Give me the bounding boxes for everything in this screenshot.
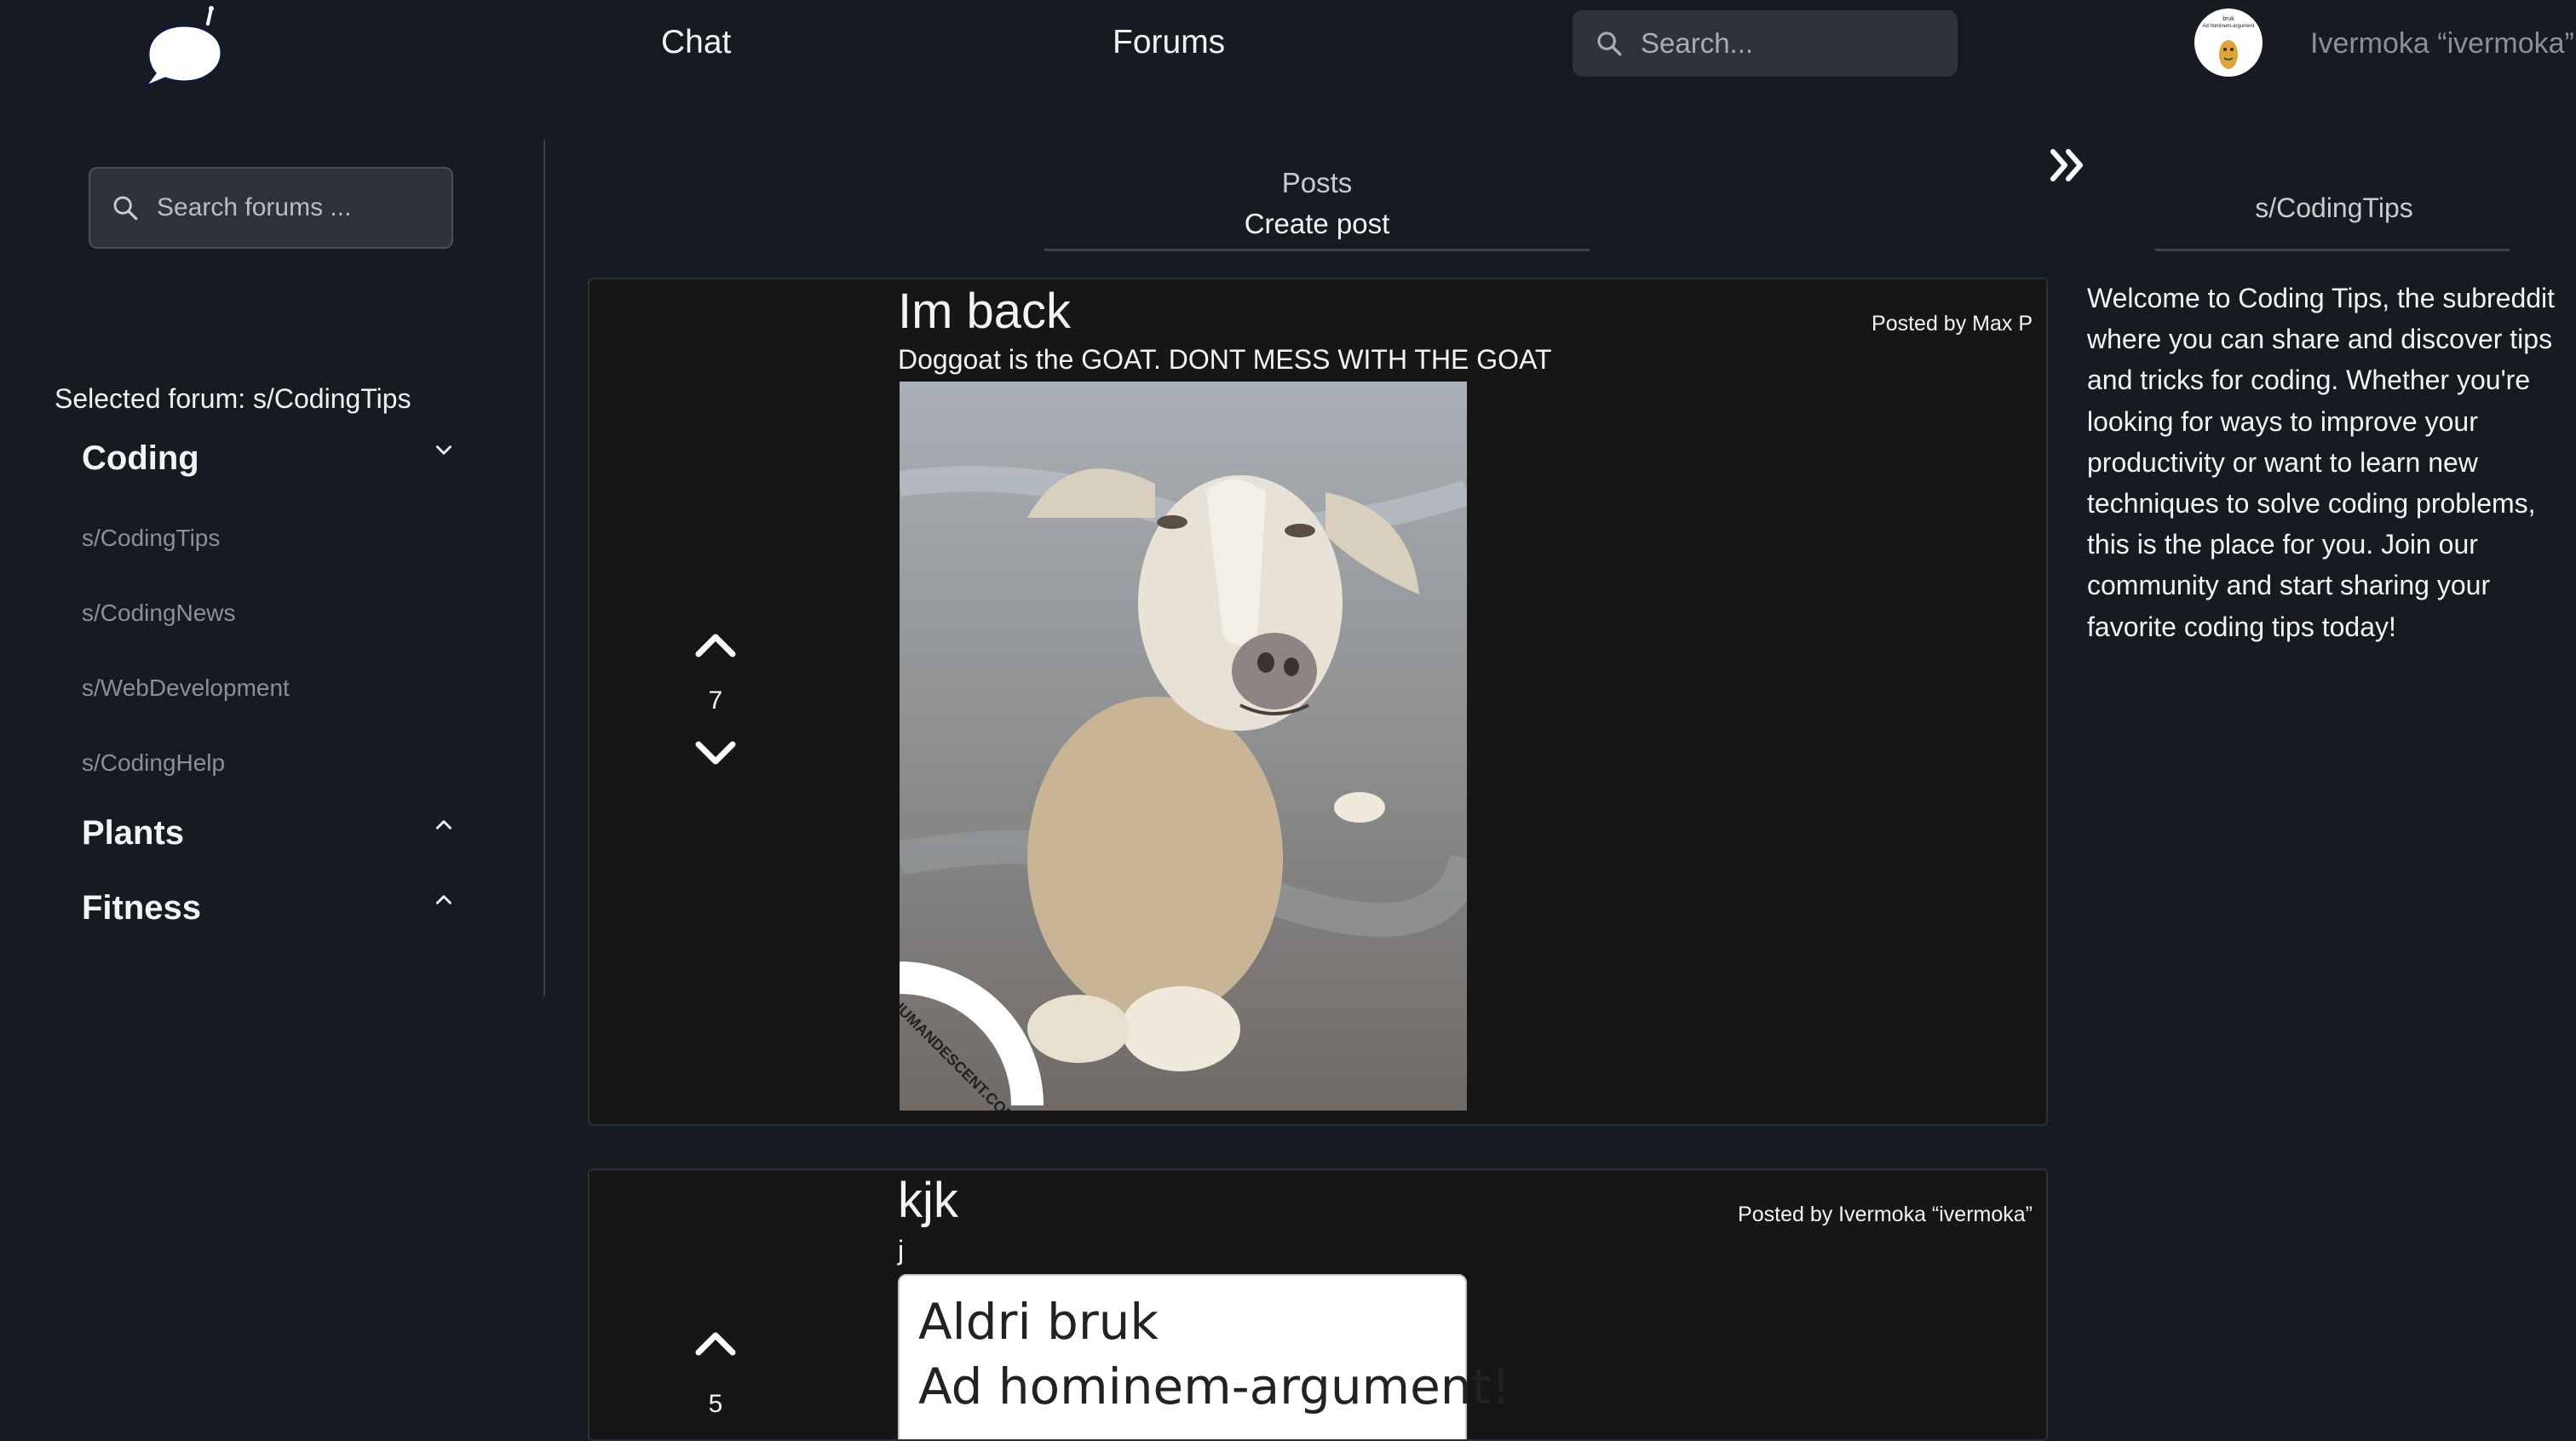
chevron-down-icon[interactable] [433,439,455,462]
forum-title: s/CodingTips [2255,192,2413,223]
nav-forums-link[interactable]: Forums [1113,24,1225,61]
upvote-icon[interactable] [693,629,738,659]
create-post-button[interactable]: Create post [1044,208,1590,240]
chat-bubble-logo-icon[interactable] [136,5,230,90]
upvote-icon[interactable] [693,1327,738,1358]
vote-count: 5 [708,1390,723,1418]
post-title[interactable]: Im back [898,283,1071,340]
post-body: j [898,1235,905,1266]
sidebar-item-codingtips[interactable]: s/CodingTips [82,525,220,552]
username-label[interactable]: Ivermoka “ivermoka” [2310,27,2574,60]
post-image-argument[interactable]: Aldri bruk Ad hominem-argument! [898,1274,1511,1439]
global-search-input[interactable] [1639,26,1949,60]
sidebar-item-codingnews[interactable]: s/CodingNews [82,600,236,627]
post-author[interactable]: Posted by Ivermoka “ivermoka” [1738,1203,2033,1227]
double-chevron-right-icon[interactable] [2048,146,2089,184]
post-author[interactable]: Posted by Max P [1872,312,2033,336]
selected-forum-label: Selected forum: s/CodingTips [55,383,411,414]
category-fitness[interactable]: Fitness [82,889,201,927]
sidebar-divider [543,140,545,996]
post-title[interactable]: kjk [898,1172,958,1229]
global-search-box[interactable] [1573,10,1958,77]
search-icon [113,196,138,221]
avatar[interactable]: bruk Ad hominem-argument [2194,9,2263,77]
post-body: Doggoat is the GOAT. DONT MESS WITH THE … [898,344,1552,375]
forum-search-box[interactable] [89,167,453,249]
tabs-underline [1044,249,1590,251]
post-card: 7 Im back Posted by Max P Doggoat is the… [588,278,2048,1126]
avatar-text-line1: bruk [2222,16,2234,22]
image-text-line2: Ad hominem-argument! [918,1358,1511,1415]
search-icon [1597,32,1622,56]
forum-search-input[interactable] [155,192,431,223]
forum-description: Welcome to Coding Tips, the subreddit wh… [2087,283,2556,642]
avatar-text-line2: Ad hominem-argument [2202,24,2254,29]
forum-title-underline [2155,249,2510,251]
vote-count: 7 [708,686,723,715]
sidebar-item-webdevelopment[interactable]: s/WebDevelopment [82,675,290,702]
chevron-up-icon[interactable] [433,814,455,836]
post-image-goat[interactable]: HUMANDESCENT.COM [900,382,1467,1111]
post-card: 5 kjk Posted by Ivermoka “ivermoka” j Al… [588,1168,2048,1441]
category-plants[interactable]: Plants [82,814,184,853]
image-text-line1: Aldri bruk [918,1293,1159,1351]
nav-chat-link[interactable]: Chat [661,24,731,61]
posts-heading: Posts [1281,167,1353,198]
chevron-up-icon[interactable] [433,889,455,911]
category-coding[interactable]: Coding [82,439,199,478]
downvote-icon[interactable] [693,739,738,770]
sidebar-item-codinghelp[interactable]: s/CodingHelp [82,749,225,777]
